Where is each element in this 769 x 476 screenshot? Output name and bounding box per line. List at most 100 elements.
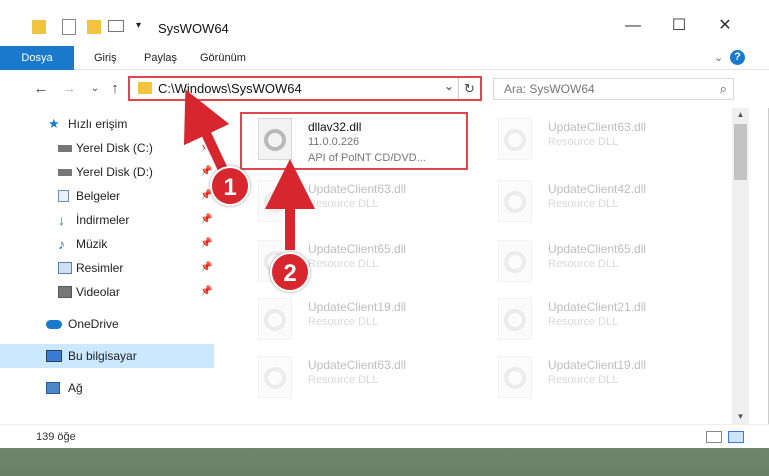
file-name: UpdateClient65.dll xyxy=(308,242,407,256)
sidebar-item-onedrive[interactable]: OneDrive xyxy=(0,312,214,336)
sidebar-item-quick-access[interactable]: ★ Hızlı erişim xyxy=(0,112,214,136)
folder-icon xyxy=(32,20,46,34)
file-name: UpdateClient63.dll xyxy=(308,182,407,196)
sidebar-item-label: Yerel Disk (D:) xyxy=(76,165,153,179)
ribbon: Dosya Giriş Paylaş Görünüm ⌄ ? xyxy=(0,46,769,104)
pin-icon[interactable]: 📌 xyxy=(200,256,212,280)
recent-locations-button[interactable]: ⌄ xyxy=(84,79,106,99)
pin-icon[interactable]: 📌 xyxy=(200,136,212,160)
file-description: Resource DLL xyxy=(548,374,619,386)
file-item[interactable]: UpdateClient19.dll Resource DLL xyxy=(480,350,715,408)
customize-toolbar-icon[interactable] xyxy=(108,20,124,32)
dll-file-icon xyxy=(258,180,292,222)
quick-access-dropdown-icon[interactable]: ▾ xyxy=(136,20,141,38)
window-title: SysWOW64 xyxy=(158,21,229,36)
sidebar-item-label: Bu bilgisayar xyxy=(68,349,137,363)
download-icon: ↓ xyxy=(58,212,65,228)
file-description: Resource DLL xyxy=(308,316,379,328)
gear-icon xyxy=(264,191,286,213)
refresh-icon[interactable]: ↻ xyxy=(458,78,480,99)
file-description: Resource DLL xyxy=(308,198,379,210)
file-item[interactable]: UpdateClient42.dll Resource DLL xyxy=(480,174,715,232)
file-item[interactable]: UpdateClient63.dll Resource DLL xyxy=(240,350,475,408)
large-icons-view-icon[interactable] xyxy=(728,431,744,443)
gear-icon xyxy=(504,309,526,331)
sidebar-item-label: Hızlı erişim xyxy=(68,117,128,131)
details-view-icon[interactable] xyxy=(706,431,722,443)
file-description: Resource DLL xyxy=(548,316,619,328)
pin-icon[interactable]: 📌 xyxy=(200,280,212,304)
dll-file-icon xyxy=(498,240,532,282)
minimize-button[interactable]: — xyxy=(610,14,656,38)
maximize-button[interactable]: ☐ xyxy=(656,14,702,38)
pictures-icon xyxy=(58,262,72,274)
sidebar-item-label: Videolar xyxy=(76,285,120,299)
properties-icon[interactable] xyxy=(62,19,76,35)
file-description: Resource DLL xyxy=(548,136,619,148)
file-name: UpdateClient42.dll xyxy=(548,182,647,196)
scrollbar-thumb[interactable] xyxy=(734,124,747,180)
sidebar-item-label: Resimler xyxy=(76,261,124,275)
dll-file-icon xyxy=(258,298,292,340)
gear-icon xyxy=(504,367,526,389)
address-bar[interactable]: C:\Windows\SysWOW64 ⌄ ↻ xyxy=(128,76,482,101)
pin-icon[interactable]: 📌 xyxy=(200,208,212,232)
sidebar-item-this-pc[interactable]: Bu bilgisayar xyxy=(0,344,214,368)
dll-file-icon xyxy=(498,118,532,160)
scroll-up-icon[interactable]: ▲ xyxy=(732,108,749,122)
tab-paylas[interactable]: Paylaş xyxy=(130,46,191,70)
file-item[interactable]: UpdateClient21.dll Resource DLL xyxy=(480,292,715,350)
sidebar-item-disk-d[interactable]: Yerel Disk (D:) 📌 xyxy=(0,160,214,184)
forward-button[interactable]: → xyxy=(58,79,80,99)
scroll-down-icon[interactable]: ▼ xyxy=(732,410,749,424)
gear-icon xyxy=(264,367,286,389)
sidebar-item-documents[interactable]: Belgeler 📌 xyxy=(0,184,214,208)
gear-icon xyxy=(264,309,286,331)
tab-giris[interactable]: Giriş xyxy=(80,46,131,70)
sidebar-item-label: OneDrive xyxy=(68,317,119,331)
pin-icon[interactable]: 📌 xyxy=(200,232,212,256)
item-count: 139 öğe xyxy=(36,431,76,443)
gear-icon xyxy=(504,129,526,151)
address-row: ← → ⌄ ↑ C:\Windows\SysWOW64 ⌄ ↻ Ara: Sys… xyxy=(0,70,769,108)
dll-file-icon xyxy=(258,356,292,398)
help-icon[interactable]: ? xyxy=(730,50,745,65)
sidebar-item-videos[interactable]: Videolar 📌 xyxy=(0,280,214,304)
sidebar-item-music[interactable]: ♪ Müzik 📌 xyxy=(0,232,214,256)
file-name: UpdateClient19.dll xyxy=(548,358,647,372)
file-item[interactable]: UpdateClient65.dll Resource DLL xyxy=(480,234,715,292)
videos-icon xyxy=(58,286,72,298)
search-placeholder: Ara: SysWOW64 xyxy=(504,82,595,96)
vertical-scrollbar[interactable]: ▲ ▼ xyxy=(732,108,749,424)
new-folder-icon[interactable] xyxy=(87,20,101,34)
file-item[interactable]: UpdateClient63.dll Resource DLL xyxy=(480,112,715,170)
folder-icon xyxy=(138,82,152,94)
dll-file-icon xyxy=(498,180,532,222)
music-icon: ♪ xyxy=(58,236,65,252)
sidebar-item-network[interactable]: Ağ xyxy=(0,376,214,400)
close-button[interactable]: ✕ xyxy=(702,14,748,38)
file-name: UpdateClient63.dll xyxy=(548,120,647,134)
dll-file-icon xyxy=(498,356,532,398)
sidebar-item-disk-c[interactable]: Yerel Disk (C:) 📌 xyxy=(0,136,214,160)
tab-gorunum[interactable]: Görünüm xyxy=(186,46,260,70)
address-path[interactable]: C:\Windows\SysWOW64 xyxy=(158,81,302,96)
file-name: UpdateClient21.dll xyxy=(548,300,647,314)
up-button[interactable]: ↑ xyxy=(104,79,126,99)
back-button[interactable]: ← xyxy=(30,79,52,99)
search-input[interactable]: Ara: SysWOW64 ⌕ xyxy=(493,78,734,100)
documents-icon xyxy=(58,190,69,202)
explorer-window: ▾ SysWOW64 — ☐ ✕ Dosya Giriş Paylaş Görü… xyxy=(0,0,769,448)
dll-file-icon xyxy=(498,298,532,340)
sidebar-item-downloads[interactable]: ↓ İndirmeler 📌 xyxy=(0,208,214,232)
file-description: Resource DLL xyxy=(308,258,379,270)
file-description: Resource DLL xyxy=(548,198,619,210)
file-name: UpdateClient19.dll xyxy=(308,300,407,314)
search-icon[interactable]: ⌕ xyxy=(720,81,727,97)
network-icon xyxy=(46,382,60,394)
file-name: UpdateClient63.dll xyxy=(308,358,407,372)
file-item[interactable]: UpdateClient63.dll Resource DLL xyxy=(240,174,475,232)
sidebar-item-pictures[interactable]: Resimler 📌 xyxy=(0,256,214,280)
address-dropdown-icon[interactable]: ⌄ xyxy=(444,79,454,93)
file-item[interactable]: UpdateClient19.dll Resource DLL xyxy=(240,292,475,350)
